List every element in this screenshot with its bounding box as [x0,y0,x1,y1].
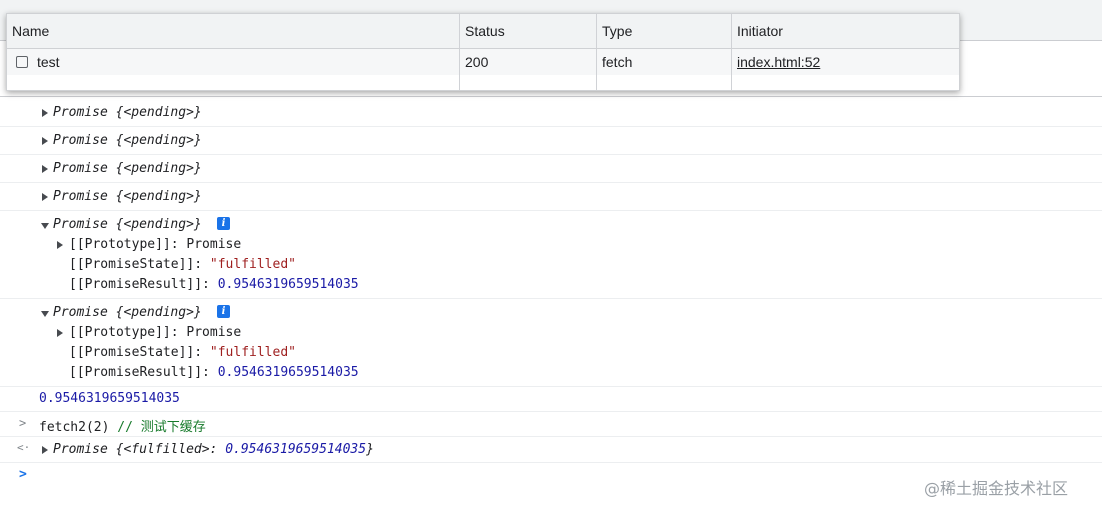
divider [0,96,1102,97]
console-input-echo: > fetch2(2) // 测试下缓存 [0,412,1102,437]
promise-label: Promise [53,442,108,457]
table-row[interactable]: test 200 fetch index.html:52 [7,49,959,75]
request-name: test [37,54,60,70]
console-message-expanded: Promise {<pending>} i [[Prototype]]: Pro… [0,299,1102,387]
console-message: 0.9546319659514035 [0,387,1102,412]
column-header-initiator[interactable]: Initiator [732,14,959,48]
request-status: 200 [460,49,597,75]
promise-result-property: [[PromiseResult]]: 0.9546319659514035 [69,277,359,292]
collapse-triangle-icon[interactable] [41,223,49,229]
document-icon [16,56,28,68]
output-arrow-icon: <· [17,441,31,454]
console-message-expanded: Promise {<pending>} i [[Prototype]]: Pro… [0,211,1102,299]
input-chevron-icon: > [19,416,27,430]
input-code: fetch2(2) // 测试下缓存 [39,416,206,435]
filler-cell [7,75,460,90]
console-message: Promise {<pending>} [0,127,1102,155]
promise-summary[interactable]: Promise {<pending>} [53,133,202,148]
property-value: Promise [186,237,242,252]
watermark: @稀土掘金技术社区 [924,479,1069,498]
console-output: <· Promise {<fulfilled>: 0.9546319659514… [0,437,1102,463]
logged-number: 0.9546319659514035 [39,391,180,406]
promise-label: Promise [53,133,108,148]
network-table-header: Name Status Type Initiator [7,14,959,49]
property-key: [[PromiseState]]: [69,257,210,272]
info-icon[interactable]: i [217,217,230,230]
table-filler-row [7,75,959,90]
network-request-popover: Name Status Type Initiator test 200 fetc… [6,13,960,91]
promise-summary[interactable]: Promise {<pending>} [53,217,202,232]
promise-state-summary: {<pending>} [115,133,202,148]
promise-label: Promise [53,305,108,320]
request-type: fetch [597,49,732,75]
request-initiator-cell: index.html:52 [732,49,959,75]
expand-triangle-icon[interactable] [42,446,48,454]
console-message: Promise {<pending>} [0,183,1102,211]
property-value: "fulfilled" [209,257,296,272]
output-suffix: } [366,442,374,457]
expand-triangle-icon[interactable] [42,137,48,145]
property-value: 0.9546319659514035 [217,365,359,380]
property-value: 0.9546319659514035 [217,277,359,292]
expand-triangle-icon[interactable] [57,241,63,249]
code-comment: // 测试下缓存 [117,420,206,435]
promise-state-summary: {<pending>} [115,305,202,320]
console-message: Promise {<pending>} [0,155,1102,183]
promise-label: Promise [53,161,108,176]
column-header-name[interactable]: Name [7,14,460,48]
column-header-type[interactable]: Type [597,14,732,48]
promise-state-property: [[PromiseState]]: "fulfilled" [69,345,296,360]
property-key: [[PromiseState]]: [69,345,210,360]
expand-triangle-icon[interactable] [57,329,63,337]
expand-triangle-icon[interactable] [42,193,48,201]
console-message: Promise {<pending>} [0,99,1102,127]
filler-cell [460,75,597,90]
prompt-chevron-icon: > [19,467,27,482]
info-icon[interactable]: i [217,305,230,318]
promise-state-summary: {<pending>} [115,189,202,204]
output-value: 0.9546319659514035 [225,442,367,457]
output-prefix: {<fulfilled>: [115,442,226,457]
collapse-triangle-icon[interactable] [41,311,49,317]
promise-summary[interactable]: Promise {<pending>} [53,161,202,176]
promise-label: Promise [53,217,108,232]
promise-summary[interactable]: Promise {<pending>} [53,105,202,120]
initiator-link[interactable]: index.html:52 [737,54,820,70]
property-key: [[Prototype]]: [69,325,187,340]
promise-label: Promise [53,189,108,204]
filler-cell [597,75,732,90]
column-header-status[interactable]: Status [460,14,597,48]
promise-label: Promise [53,105,108,120]
request-name-cell[interactable]: test [7,49,460,75]
filler-cell [732,75,959,90]
expand-triangle-icon[interactable] [42,109,48,117]
promise-summary[interactable]: Promise {<pending>} [53,305,202,320]
promise-state-summary: {<pending>} [115,217,202,232]
promise-state-summary: {<pending>} [115,161,202,176]
promise-state-summary: {<pending>} [115,105,202,120]
promise-summary[interactable]: Promise {<fulfilled>: 0.9546319659514035… [53,442,374,457]
prototype-property[interactable]: [[Prototype]]: Promise [69,237,241,252]
code-text: fetch2(2) [39,420,118,435]
promise-summary[interactable]: Promise {<pending>} [53,189,202,204]
promise-state-property: [[PromiseState]]: "fulfilled" [69,257,296,272]
property-value: Promise [186,325,242,340]
promise-result-property: [[PromiseResult]]: 0.9546319659514035 [69,365,359,380]
prototype-property[interactable]: [[Prototype]]: Promise [69,325,241,340]
property-key: [[PromiseResult]]: [69,365,218,380]
property-value: "fulfilled" [209,345,296,360]
property-key: [[PromiseResult]]: [69,277,218,292]
expand-triangle-icon[interactable] [42,165,48,173]
property-key: [[Prototype]]: [69,237,187,252]
